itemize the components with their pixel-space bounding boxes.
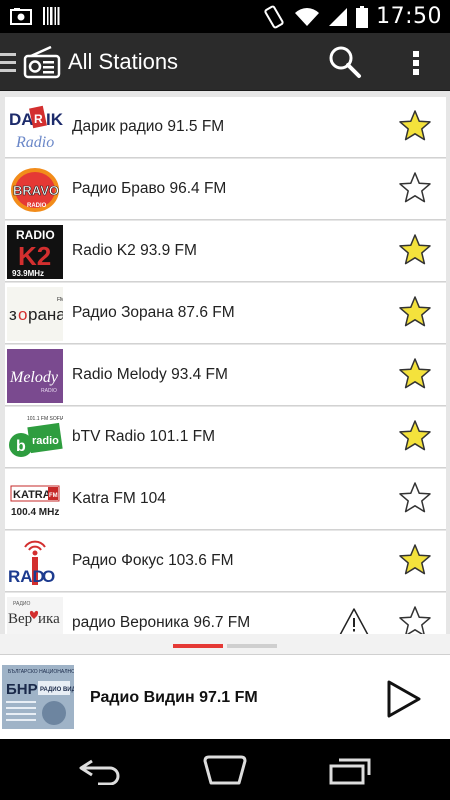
star-filled-icon[interactable] — [398, 543, 432, 577]
station-name: Дарик радио 91.5 FM — [72, 118, 225, 135]
station-name: bTV Radio 101.1 FM — [72, 428, 216, 445]
svg-text:RADIO: RADIO — [16, 228, 55, 242]
star-filled-icon[interactable] — [398, 357, 432, 391]
svg-text:БЪЛГАРСКО НАЦИОНАЛНО РАДИО: БЪЛГАРСКО НАЦИОНАЛНО РАДИО — [8, 669, 74, 675]
station-logo: РАДИО Вер ика — [7, 597, 63, 634]
station-item[interactable]: 101.1 FM SOFIA radio b bTV Radio 101.1 F… — [5, 407, 446, 468]
station-name: Радио Браво 96.4 FM — [72, 180, 227, 197]
station-logo: RADIO K2 93.9MHz — [7, 225, 63, 279]
svg-text:о: о — [18, 305, 27, 324]
svg-text:рана: рана — [28, 305, 63, 324]
station-item[interactable]: з о рана FM Радио Зорана 87.6 FM — [5, 283, 446, 344]
page-indicator — [0, 634, 450, 654]
navigation-bar — [0, 739, 450, 800]
star-filled-icon[interactable] — [398, 109, 432, 143]
status-bar: 17:50 — [0, 0, 450, 33]
station-item[interactable]: KATRA FM 100.4 MHz Katra FM 104 — [5, 469, 446, 530]
signal-icon — [329, 7, 348, 26]
station-name: радио Вероника 96.7 FM — [72, 614, 251, 631]
barcode-icon — [43, 7, 60, 25]
svg-text:radio: radio — [32, 435, 59, 447]
overflow-menu-icon[interactable] — [406, 48, 426, 78]
svg-text:РАДИО: РАДИО — [13, 601, 30, 607]
page-indicator-inactive[interactable] — [227, 644, 277, 648]
svg-text:з: з — [9, 305, 17, 324]
warning-icon — [339, 608, 369, 634]
svg-text:100.4 MHz: 100.4 MHz — [11, 507, 59, 518]
star-outline-icon[interactable] — [398, 171, 432, 205]
vibrate-icon — [264, 5, 284, 28]
station-name: Radio K2 93.9 FM — [72, 242, 197, 259]
drawer-icon[interactable] — [0, 53, 16, 73]
station-logo: DA R IK Radio — [7, 101, 63, 155]
star-outline-icon[interactable] — [398, 605, 432, 634]
svg-text:RADIO: RADIO — [27, 203, 47, 209]
now-playing-title: Радио Видин 97.1 FM — [90, 689, 258, 706]
clock: 17:50 — [376, 4, 442, 29]
station-name: Радио Зорана 87.6 FM — [72, 304, 235, 321]
svg-text:KATRA: KATRA — [13, 489, 51, 501]
station-list[interactable]: DA R IK Radio Дарик радио 91.5 FM BRAVO … — [0, 91, 450, 634]
station-logo: 101.1 FM SOFIA radio b — [7, 411, 63, 465]
svg-text:БНР: БНР — [6, 681, 38, 698]
station-logo: BRAVO RADIO — [7, 163, 63, 217]
wifi-icon — [295, 7, 320, 26]
station-logo: RAD O — [7, 535, 63, 589]
svg-text:RADIO: RADIO — [41, 388, 57, 394]
now-playing-bar[interactable]: БЪЛГАРСКО НАЦИОНАЛНО РАДИО БНР РАДИО ВИД… — [0, 654, 450, 739]
svg-text:РАДИО ВИДИН: РАДИО ВИДИН — [40, 687, 74, 693]
svg-text:R: R — [34, 112, 43, 126]
star-filled-icon[interactable] — [398, 295, 432, 329]
station-name: Katra FM 104 — [72, 490, 166, 507]
svg-text:101.1 FM SOFIA: 101.1 FM SOFIA — [27, 416, 63, 422]
star-outline-icon[interactable] — [398, 481, 432, 515]
station-item[interactable]: DA R IK Radio Дарик радио 91.5 FM — [5, 97, 446, 158]
station-logo: з о рана FM — [7, 287, 63, 341]
star-filled-icon[interactable] — [398, 419, 432, 453]
station-item[interactable]: Melody RADIO Radio Melody 93.4 FM — [5, 345, 446, 406]
svg-text:Radio: Radio — [15, 134, 54, 151]
svg-text:DA: DA — [9, 110, 34, 129]
svg-text:BRAVO: BRAVO — [13, 183, 59, 198]
svg-text:ика: ика — [38, 611, 60, 627]
search-icon[interactable] — [328, 45, 362, 79]
play-icon[interactable] — [383, 679, 423, 719]
home-icon[interactable] — [201, 755, 249, 785]
star-filled-icon[interactable] — [398, 233, 432, 267]
recent-apps-icon[interactable] — [327, 755, 375, 785]
svg-text:FM: FM — [57, 297, 63, 303]
page-title: All Stations — [68, 49, 179, 74]
station-item[interactable]: RADIO K2 93.9MHz Radio K2 93.9 FM — [5, 221, 446, 282]
svg-text:FM: FM — [49, 493, 58, 499]
station-item[interactable]: BRAVO RADIO Радио Браво 96.4 FM — [5, 159, 446, 220]
svg-text:K2: K2 — [18, 241, 51, 271]
svg-text:RAD: RAD — [8, 567, 45, 586]
radio-app-icon[interactable] — [23, 46, 61, 79]
svg-text:O: O — [42, 567, 55, 586]
station-logo: KATRA FM 100.4 MHz — [7, 473, 63, 527]
station-name: Radio Melody 93.4 FM — [72, 366, 228, 383]
battery-icon — [356, 5, 369, 28]
page-indicator-active — [173, 644, 223, 648]
station-item[interactable]: RAD O Радио Фокус 103.6 FM — [5, 531, 446, 592]
svg-text:Вер: Вер — [8, 611, 32, 627]
station-name: Радио Фокус 103.6 FM — [72, 552, 234, 569]
photo-icon — [10, 8, 32, 25]
svg-text:Melody: Melody — [9, 369, 59, 386]
action-bar: All Stations — [0, 33, 450, 91]
station-item[interactable]: РАДИО Вер ика радио Вероника 96.7 FM — [5, 593, 446, 634]
now-playing-logo: БЪЛГАРСКО НАЦИОНАЛНО РАДИО БНР РАДИО ВИД… — [2, 665, 74, 729]
station-logo: Melody RADIO — [7, 349, 63, 403]
svg-text:IK: IK — [46, 110, 63, 129]
svg-text:93.9MHz: 93.9MHz — [12, 269, 44, 278]
svg-text:b: b — [16, 438, 26, 455]
back-icon[interactable] — [76, 755, 124, 785]
